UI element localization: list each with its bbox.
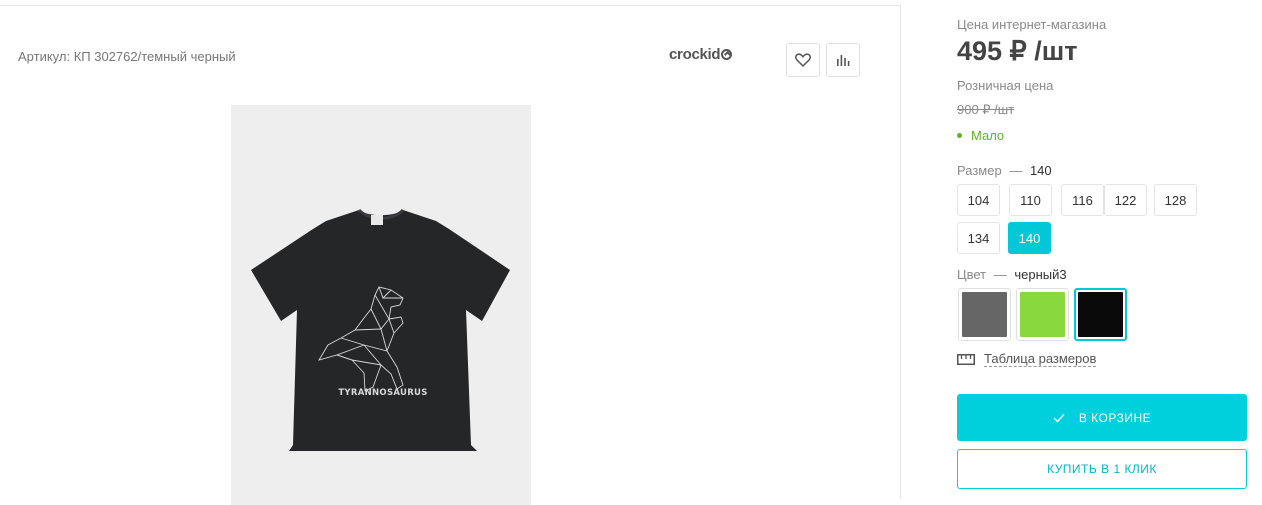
brand-logo[interactable]: crockid — [669, 46, 733, 63]
color-swatch-green[interactable] — [1016, 288, 1069, 341]
swatch-fill — [1020, 292, 1065, 337]
tshirt-print-text: TYRANNOSAURUS — [338, 388, 427, 398]
swatch-fill — [962, 292, 1007, 337]
color-label: Цвет — черный3 — [957, 267, 1067, 282]
online-price: 495 ₽ /шт — [957, 36, 1078, 66]
in-cart-button[interactable]: В КОРЗИНЕ — [957, 394, 1247, 441]
favorite-button[interactable] — [786, 43, 820, 77]
size-option-122[interactable]: 122 — [1104, 184, 1147, 216]
stock-status: Мало — [957, 128, 1004, 143]
buy-one-click-button[interactable]: КУПИТЬ В 1 КЛИК — [957, 449, 1247, 489]
size-option-104[interactable]: 104 — [957, 184, 1000, 216]
brand-name: crockid — [669, 46, 721, 63]
color-label-dash: — — [993, 267, 1007, 282]
heart-icon — [795, 53, 811, 67]
product-image[interactable]: TYRANNOSAURUS — [231, 105, 531, 505]
compare-button[interactable] — [826, 43, 860, 77]
size-table-label: Таблица размеров — [984, 351, 1097, 367]
retail-price: 900 ₽ /шт — [957, 102, 1015, 117]
stock-dot-icon — [957, 133, 962, 138]
article-number: Артикул: КП 302762/темный черный — [18, 49, 236, 64]
size-option-116[interactable]: 116 — [1061, 184, 1104, 216]
tshirt-illustration: TYRANNOSAURUS — [251, 208, 510, 451]
size-option-110[interactable]: 110 — [1009, 184, 1052, 216]
size-label-text: Размер — [957, 163, 1002, 178]
color-selected-value: черный3 — [1014, 267, 1067, 282]
size-label-dash: — — [1009, 163, 1023, 178]
color-label-text: Цвет — [957, 267, 987, 282]
checkmark-icon — [1053, 413, 1065, 423]
swatch-fill — [1078, 292, 1123, 337]
color-swatch-black[interactable] — [1074, 288, 1127, 341]
bar-chart-icon — [837, 55, 850, 66]
size-label: Размер — 140 — [957, 163, 1052, 178]
size-table-link[interactable]: Таблица размеров — [957, 351, 1097, 367]
online-price-label: Цена интернет-магазина — [957, 17, 1107, 32]
size-selected-value: 140 — [1029, 163, 1052, 178]
in-cart-label: В КОРЗИНЕ — [1078, 410, 1152, 425]
color-swatch-grey[interactable] — [958, 288, 1011, 341]
stock-status-text: Мало — [971, 128, 1005, 143]
retail-price-label: Розничная цена — [957, 78, 1054, 93]
product-gallery-panel: Артикул: КП 302762/темный черный crockid — [0, 5, 901, 505]
size-option-140[interactable]: 140 — [1008, 222, 1051, 254]
size-option-128[interactable]: 128 — [1154, 184, 1197, 216]
brand-mark-icon — [721, 49, 733, 60]
size-option-134[interactable]: 134 — [957, 222, 1000, 254]
ruler-icon — [957, 353, 975, 365]
